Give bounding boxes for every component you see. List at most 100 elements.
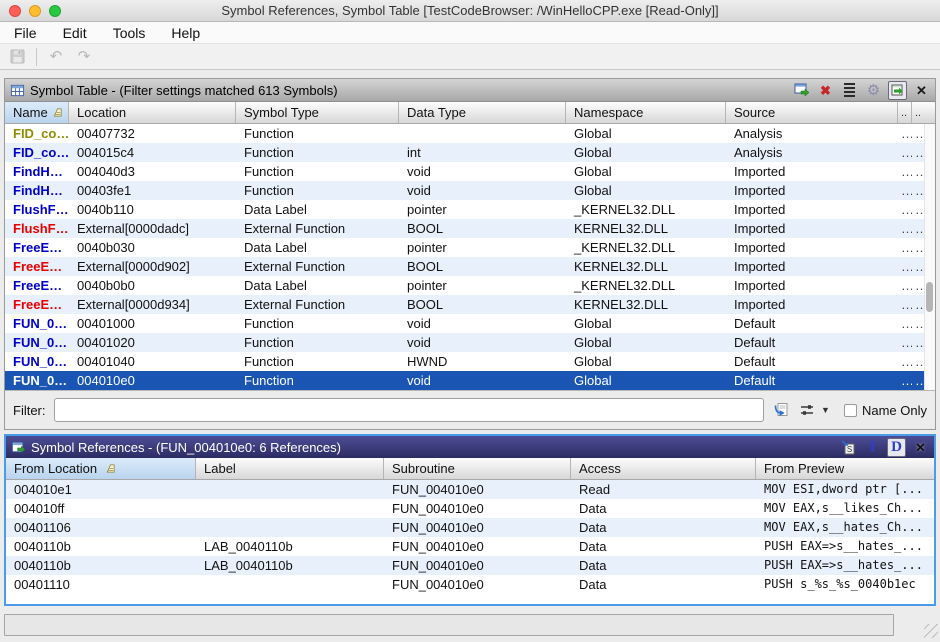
cell-subroutine: FUN_004010e0 — [384, 480, 571, 499]
close-icon: ✕ — [915, 441, 926, 454]
goto-symbol-button[interactable]: S — [839, 438, 858, 457]
cell-namespace: Global — [566, 333, 726, 352]
column-header-truncated-2[interactable]: .. — [912, 102, 935, 123]
cell-access: Data — [571, 556, 756, 575]
cell-name: FreeE… — [5, 238, 69, 257]
data-icon: D — [891, 440, 902, 455]
delete-symbol-button[interactable]: ✖ — [816, 81, 835, 100]
cell-truncated-1: … — [898, 200, 912, 219]
table-row[interactable]: FindH…004040d3FunctionvoidGlobalImported… — [5, 162, 935, 181]
table-options-button[interactable] — [840, 81, 859, 100]
cell-truncated-1: … — [898, 181, 912, 200]
cell-subroutine: FUN_004010e0 — [384, 537, 571, 556]
table-row[interactable]: FlushF…External[0000dadc]External Functi… — [5, 219, 935, 238]
table-row[interactable]: FreeE…External[0000d934]External Functio… — [5, 295, 935, 314]
column-header-location[interactable]: Location — [69, 102, 236, 123]
column-header-label[interactable]: Label — [196, 458, 384, 479]
cell-label: LAB_0040110b — [196, 556, 384, 575]
table-row[interactable]: FreeE…0040b0b0Data Labelpointer_KERNEL32… — [5, 276, 935, 295]
column-header-namespace[interactable]: Namespace — [566, 102, 726, 123]
column-header-name[interactable]: Name — [5, 102, 69, 123]
cell-name: FUN_0… — [5, 333, 69, 352]
column-label: Label — [204, 461, 236, 476]
cell-name: FUN_0… — [5, 352, 69, 371]
cell-source: Analysis — [726, 124, 898, 143]
cell-truncated-1: … — [898, 333, 912, 352]
instruction-refs-button[interactable]: I — [863, 438, 882, 457]
cell-location: 00403fe1 — [69, 181, 236, 200]
cell-source: Imported — [726, 238, 898, 257]
column-header-from-location[interactable]: From Location — [6, 458, 196, 479]
table-row[interactable]: 0040110bLAB_0040110bFUN_004010e0DataPUSH… — [6, 537, 934, 556]
settings-button[interactable]: ⚙ — [864, 81, 883, 100]
cell-namespace: Global — [566, 124, 726, 143]
sort-icon — [52, 107, 63, 118]
table-row[interactable]: FUN_0…00401040FunctionHWNDGlobalDefault…… — [5, 352, 935, 371]
symbol-references-titlebar[interactable]: Symbol References - (FUN_004010e0: 6 Ref… — [6, 436, 934, 458]
menu-file[interactable]: File — [14, 25, 37, 41]
column-header-source[interactable]: Source — [726, 102, 898, 123]
table-row[interactable]: FreeE…0040b030Data Labelpointer_KERNEL32… — [5, 238, 935, 257]
table-row[interactable]: FUN_0…00401020FunctionvoidGlobalDefault…… — [5, 333, 935, 352]
cell-from-preview: PUSH EAX=>s__hates_... — [756, 537, 934, 556]
column-header-subroutine[interactable]: Subroutine — [384, 458, 571, 479]
edit-symbol-button[interactable] — [792, 81, 811, 100]
close-panel-button[interactable]: ✕ — [912, 81, 931, 100]
symbol-references-header: From Location Label Subroutine Access Fr… — [6, 458, 934, 480]
menu-bar: File Edit Tools Help — [0, 22, 940, 44]
column-label: Name — [13, 105, 48, 120]
table-row[interactable]: 00401110FUN_004010e0DataPUSH s_%s_%s_004… — [6, 575, 934, 594]
symbol-references-title: Symbol References - (FUN_004010e0: 6 Ref… — [31, 440, 341, 455]
table-row[interactable]: FID_co…004015c4FunctionintGlobalAnalysis… — [5, 143, 935, 162]
column-header-truncated-1[interactable]: .. — [898, 102, 912, 123]
cell-from-location: 00401106 — [6, 518, 196, 537]
name-only-checkbox[interactable] — [844, 404, 857, 417]
undo-button[interactable]: ↶ — [45, 47, 67, 67]
column-label: Source — [734, 105, 775, 120]
table-row[interactable]: 004010e1FUN_004010e0ReadMOV ESI,dword pt… — [6, 480, 934, 499]
close-references-button[interactable]: ✕ — [911, 438, 930, 457]
name-only-option[interactable]: Name Only — [844, 403, 927, 418]
table-row[interactable]: 0040110bLAB_0040110bFUN_004010e0DataPUSH… — [6, 556, 934, 575]
menu-edit[interactable]: Edit — [63, 25, 87, 41]
column-header-from-preview[interactable]: From Preview — [756, 458, 934, 479]
table-row[interactable]: FID_co…00407732FunctionGlobalAnalysis…… — [5, 124, 935, 143]
cell-data-type: pointer — [399, 276, 566, 295]
table-references-icon — [11, 440, 26, 455]
column-label: .. — [915, 107, 921, 119]
redo-icon: ↷ — [78, 49, 91, 64]
table-row[interactable]: FUN_0…00401000FunctionvoidGlobalDefault…… — [5, 314, 935, 333]
table-row[interactable]: FindH…00403fe1FunctionvoidGlobalImported… — [5, 181, 935, 200]
menu-tools[interactable]: Tools — [113, 25, 146, 41]
column-label: From Preview — [764, 461, 844, 476]
cell-location: 0040b110 — [69, 200, 236, 219]
filter-options-icon — [799, 402, 815, 418]
scrollbar-thumb[interactable] — [926, 282, 933, 312]
column-header-data-type[interactable]: Data Type — [399, 102, 566, 123]
vertical-scrollbar[interactable] — [924, 124, 935, 390]
data-refs-button[interactable]: D — [887, 438, 906, 457]
menu-help[interactable]: Help — [171, 25, 200, 41]
snapshot-toggle-button[interactable] — [888, 81, 907, 100]
resize-grip-icon[interactable] — [924, 624, 938, 638]
clear-filter-button[interactable] — [772, 401, 790, 419]
table-row[interactable]: 004010ffFUN_004010e0DataMOV EAX,s__likes… — [6, 499, 934, 518]
cell-subroutine: FUN_004010e0 — [384, 556, 571, 575]
column-header-symbol-type[interactable]: Symbol Type — [236, 102, 399, 123]
save-button[interactable] — [6, 47, 28, 67]
window-titlebar: Symbol References, Symbol Table [TestCod… — [0, 0, 940, 22]
app-window: Symbol References, Symbol Table [TestCod… — [0, 0, 940, 642]
dropdown-arrow-icon[interactable]: ▼ — [821, 405, 830, 415]
column-header-access[interactable]: Access — [571, 458, 756, 479]
cell-label: LAB_0040110b — [196, 537, 384, 556]
cell-location: External[0000d934] — [69, 295, 236, 314]
filter-options-button[interactable] — [798, 401, 816, 419]
table-row[interactable]: 00401106FUN_004010e0DataMOV EAX,s__hates… — [6, 518, 934, 537]
table-row[interactable]: FlushF…0040b110Data Labelpointer_KERNEL3… — [5, 200, 935, 219]
table-row[interactable]: FUN_0…004010e0FunctionvoidGlobalDefault…… — [5, 371, 935, 390]
filter-input[interactable] — [54, 398, 765, 422]
redo-button[interactable]: ↷ — [73, 47, 95, 67]
table-row[interactable]: FreeE…External[0000d902]External Functio… — [5, 257, 935, 276]
symbol-table-titlebar[interactable]: Symbol Table - (Filter settings matched … — [5, 79, 935, 102]
cell-data-type — [399, 124, 566, 143]
